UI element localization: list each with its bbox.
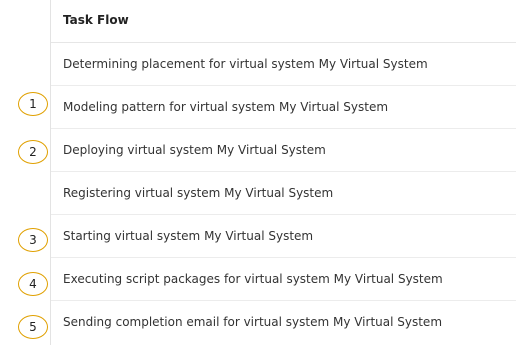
task-label: Registering virtual system My Virtual Sy… — [63, 186, 334, 200]
task-label: Determining placement for virtual system… — [63, 57, 428, 71]
step-number: 1 — [29, 97, 37, 111]
task-row-starting: Starting virtual system My Virtual Syste… — [51, 215, 516, 258]
task-label: Starting virtual system My Virtual Syste… — [63, 229, 314, 243]
task-flow-header: Task Flow — [51, 0, 516, 43]
step-number: 4 — [29, 277, 37, 291]
step-number: 2 — [29, 145, 37, 159]
step-marker-1: 1 — [18, 92, 48, 116]
task-flow-title: Task Flow — [63, 13, 129, 27]
step-marker-4: 4 — [18, 272, 48, 296]
task-label: Deploying virtual system My Virtual Syst… — [63, 143, 326, 157]
task-row-executing: Executing script packages for virtual sy… — [51, 258, 516, 301]
task-row-sending-email: Sending completion email for virtual sys… — [51, 301, 516, 343]
task-flow-panel: Task Flow Determining placement for virt… — [50, 0, 516, 345]
step-marker-5: 5 — [18, 315, 48, 339]
step-marker-3: 3 — [18, 228, 48, 252]
step-marker-2: 2 — [18, 140, 48, 164]
task-row-modeling: Modeling pattern for virtual system My V… — [51, 86, 516, 129]
step-number: 5 — [29, 320, 37, 334]
task-row-deploying: Deploying virtual system My Virtual Syst… — [51, 129, 516, 172]
task-row-registering: Registering virtual system My Virtual Sy… — [51, 172, 516, 215]
task-row-placement: Determining placement for virtual system… — [51, 43, 516, 86]
task-label: Executing script packages for virtual sy… — [63, 272, 443, 286]
step-number: 3 — [29, 233, 37, 247]
task-label: Modeling pattern for virtual system My V… — [63, 100, 389, 114]
task-label: Sending completion email for virtual sys… — [63, 315, 443, 329]
